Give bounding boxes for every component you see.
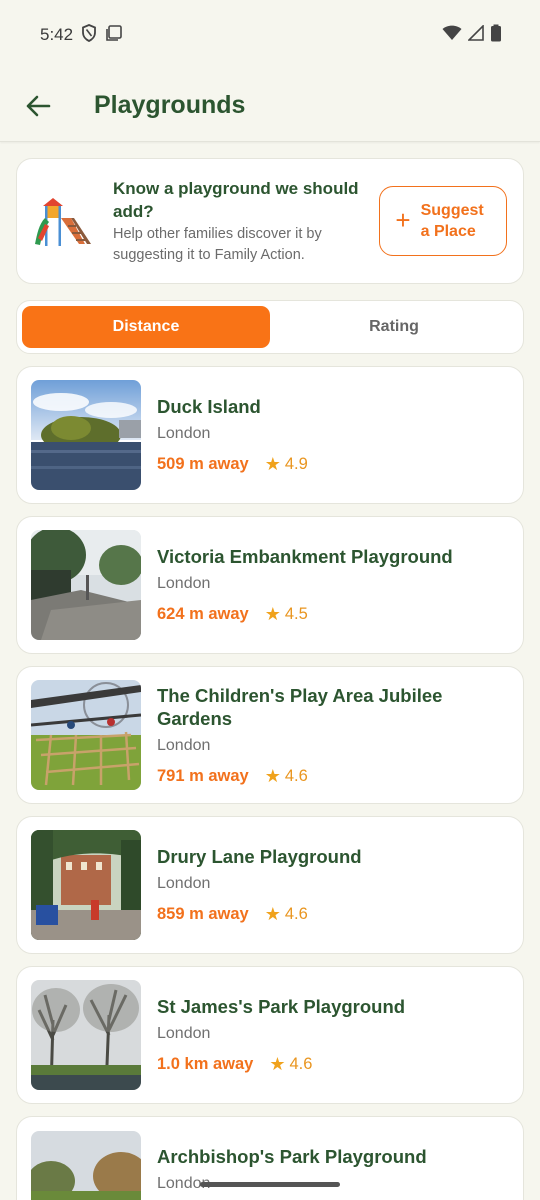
playground-rating: ★ 4.6 bbox=[265, 904, 308, 925]
playground-name: The Children's Play Area Jubilee Gardens bbox=[157, 684, 443, 729]
playground-distance: 1.0 km away bbox=[157, 1055, 254, 1073]
playground-rating: ★ 4.9 bbox=[265, 454, 308, 475]
star-icon: ★ bbox=[264, 454, 281, 474]
playground-distance: 624 m away bbox=[157, 605, 249, 623]
playground-name: St James's Park Playground bbox=[157, 996, 406, 1017]
star-icon: ★ bbox=[264, 604, 281, 624]
sort-rating-tab[interactable]: Rating bbox=[270, 306, 518, 348]
back-button[interactable] bbox=[18, 86, 58, 126]
screenshot-icon bbox=[105, 24, 123, 47]
playground-rating: ★ 4.5 bbox=[265, 604, 308, 625]
playground-city: London bbox=[157, 425, 211, 442]
status-time: 5:42 bbox=[40, 25, 74, 44]
star-icon: ★ bbox=[264, 904, 281, 924]
playground-card[interactable]: The Children's Play Area Jubilee Gardens… bbox=[16, 666, 524, 804]
playground-photo bbox=[31, 530, 141, 640]
rating-value: 4.5 bbox=[284, 605, 308, 623]
playground-name: Drury Lane Playground bbox=[157, 846, 362, 867]
playground-photo bbox=[31, 680, 141, 790]
playground-photo bbox=[31, 380, 141, 490]
playground-card[interactable]: Duck Island London 509 m away ★ 4.9 bbox=[16, 366, 524, 504]
rating-value: 4.6 bbox=[284, 766, 308, 785]
playground-city: London bbox=[157, 736, 211, 754]
battery-icon bbox=[490, 24, 502, 47]
playground-card[interactable]: Victoria Embankment Playground London 62… bbox=[16, 516, 524, 654]
cellular-signal-icon bbox=[467, 23, 484, 46]
shield-icon bbox=[81, 23, 97, 47]
plus-icon: + bbox=[395, 205, 411, 235]
playground-photo bbox=[31, 1131, 141, 1200]
suggest-place-button[interactable]: + Suggest a Place bbox=[379, 186, 507, 256]
playground-distance: 859 m away bbox=[157, 905, 249, 923]
playground-slide-icon bbox=[35, 194, 97, 248]
playground-city: London bbox=[157, 575, 211, 592]
playground-distance: 509 m away bbox=[157, 455, 249, 473]
star-icon: ★ bbox=[264, 765, 281, 786]
arrow-left-icon bbox=[26, 95, 51, 116]
main-content: Know a playground we should add? Help ot… bbox=[16, 158, 524, 1200]
home-indicator[interactable] bbox=[200, 1182, 340, 1187]
playground-rating: ★ 4.6 bbox=[265, 766, 308, 787]
star-icon: ★ bbox=[269, 1054, 286, 1074]
playground-rating: ★ 4.6 bbox=[269, 1054, 312, 1075]
promo-title: Know a playground we should add? bbox=[113, 178, 359, 221]
playground-distance: 791 m away bbox=[157, 766, 249, 785]
playground-card[interactable]: Archbishop's Park Playground London bbox=[16, 1116, 524, 1200]
playground-name: Victoria Embankment Playground bbox=[157, 546, 453, 567]
rating-value: 4.9 bbox=[284, 455, 308, 473]
rating-value: 4.6 bbox=[284, 905, 308, 923]
page-title: Playgrounds bbox=[94, 91, 246, 119]
promo-subtitle: Help other families discover it by sugge… bbox=[113, 225, 322, 263]
playground-photo bbox=[31, 980, 141, 1090]
status-bar: 5:42 bbox=[0, 0, 540, 70]
playground-name: Archbishop's Park Playground bbox=[157, 1146, 427, 1167]
app-bar: Playgrounds bbox=[0, 70, 540, 142]
suggest-promo-card: Know a playground we should add? Help ot… bbox=[16, 158, 524, 284]
rating-value: 4.6 bbox=[289, 1055, 313, 1073]
playground-name: Duck Island bbox=[157, 396, 261, 417]
playground-photo bbox=[31, 830, 141, 940]
playground-card[interactable]: Drury Lane Playground London 859 m away … bbox=[16, 816, 524, 954]
sort-toggle: Distance Rating bbox=[16, 300, 524, 354]
playground-city: London bbox=[157, 875, 211, 892]
suggest-place-label: Suggest a Place bbox=[420, 202, 484, 240]
sort-distance-tab[interactable]: Distance bbox=[22, 306, 270, 348]
playground-city: London bbox=[157, 1025, 211, 1042]
playground-card[interactable]: St James's Park Playground London 1.0 km… bbox=[16, 966, 524, 1104]
wifi-icon bbox=[442, 25, 462, 46]
